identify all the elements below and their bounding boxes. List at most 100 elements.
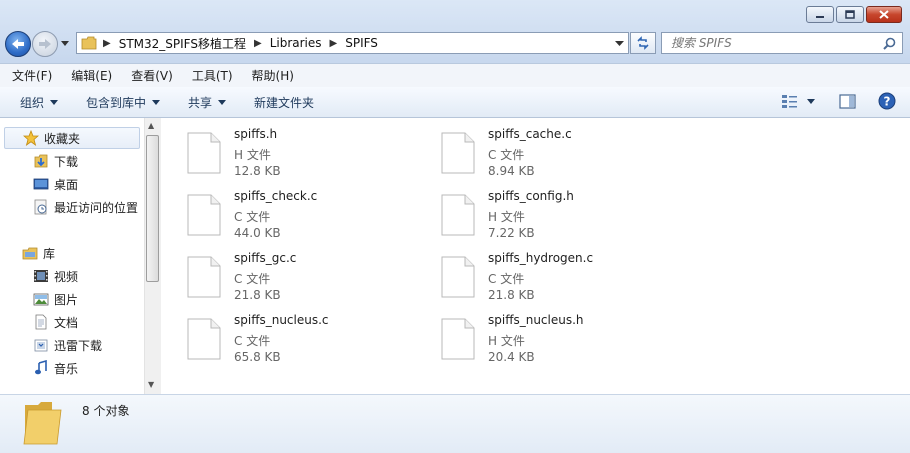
nav-music-label: 音乐 <box>54 361 79 376</box>
breadcrumb-item[interactable]: Libraries <box>270 36 322 50</box>
menu-file[interactable]: 文件(F) <box>0 67 58 84</box>
generic-file-icon <box>441 318 475 360</box>
share-label: 共享 <box>188 95 213 110</box>
svg-text:?: ? <box>884 95 891 109</box>
nav-libraries[interactable]: 库 <box>22 242 55 264</box>
nav-videos[interactable]: 视频 <box>33 265 78 287</box>
minimize-button[interactable] <box>806 6 834 23</box>
arrow-right-icon <box>39 39 51 49</box>
navigation-scrollbar[interactable]: ▲ ▼ <box>144 118 161 394</box>
file-item[interactable]: spiffs_check.c C 文件 44.0 KB <box>161 180 401 240</box>
star-icon <box>23 130 39 146</box>
caption-buttons <box>806 6 902 23</box>
search-box[interactable] <box>661 32 903 54</box>
generic-file-icon <box>441 132 475 174</box>
nav-videos-label: 视频 <box>54 269 79 284</box>
file-item[interactable]: spiffs.h H 文件 12.8 KB <box>161 118 401 178</box>
file-size: 7.22 KB <box>488 226 535 240</box>
nav-pictures[interactable]: 图片 <box>33 288 78 310</box>
scrollbar-thumb[interactable] <box>146 135 159 282</box>
explorer-window: ▶ STM32_SPIFS移植工程 ▶ Libraries ▶ SPIFS 文件… <box>0 0 910 453</box>
forward-button[interactable] <box>32 31 58 57</box>
scroll-down-arrow[interactable]: ▼ <box>148 380 154 389</box>
navigation-pane: 收藏夹 下载 桌面 最近访问的位置 库 视频 图片 文档 迅雷下载 音乐 <box>0 118 161 394</box>
file-item[interactable]: spiffs_nucleus.c C 文件 65.8 KB <box>161 304 401 364</box>
nav-recent-places[interactable]: 最近访问的位置 <box>33 196 138 218</box>
video-icon <box>33 268 49 284</box>
nav-favorites[interactable]: 收藏夹 <box>4 127 140 149</box>
close-button[interactable] <box>866 6 902 23</box>
chevron-down-icon <box>152 99 161 105</box>
new-folder-button[interactable]: 新建文件夹 <box>254 94 314 111</box>
maximize-button[interactable] <box>836 6 864 23</box>
search-input[interactable] <box>662 35 883 51</box>
file-name: spiffs_gc.c <box>234 251 297 265</box>
include-in-library-button[interactable]: 包含到库中 <box>86 94 161 111</box>
generic-file-icon <box>187 318 221 360</box>
file-type: H 文件 <box>488 210 525 224</box>
breadcrumb-separator[interactable]: ▶ <box>254 38 262 49</box>
file-name: spiffs.h <box>234 127 278 141</box>
generic-file-icon <box>187 132 221 174</box>
nav-downloads[interactable]: 下载 <box>33 150 78 172</box>
scroll-up-arrow[interactable]: ▲ <box>148 121 154 130</box>
file-item[interactable]: spiffs_config.h H 文件 7.22 KB <box>415 180 655 240</box>
nav-desktop-label: 桌面 <box>54 177 79 192</box>
help-icon[interactable]: ? <box>878 92 896 110</box>
nav-xunlei-downloads[interactable]: 迅雷下载 <box>33 334 102 356</box>
include-in-library-label: 包含到库中 <box>86 95 147 110</box>
chevron-down-icon[interactable] <box>615 38 624 48</box>
chevron-down-icon <box>807 98 815 104</box>
libraries-icon <box>22 245 38 261</box>
view-options-button[interactable] <box>781 93 815 109</box>
file-item[interactable]: spiffs_cache.c C 文件 8.94 KB <box>415 118 655 178</box>
file-item[interactable]: spiffs_hydrogen.c C 文件 21.8 KB <box>415 242 655 302</box>
file-name: spiffs_cache.c <box>488 127 572 141</box>
generic-file-icon <box>441 194 475 236</box>
close-icon <box>879 10 889 19</box>
file-item[interactable]: spiffs_nucleus.h H 文件 20.4 KB <box>415 304 655 364</box>
back-button[interactable] <box>5 31 31 57</box>
breadcrumb-item[interactable]: STM32_SPIFS移植工程 <box>119 35 246 52</box>
breadcrumb-separator[interactable]: ▶ <box>330 38 338 49</box>
breadcrumb-item[interactable]: SPIFS <box>345 36 378 50</box>
organize-button[interactable]: 组织 <box>20 94 59 111</box>
file-size: 8.94 KB <box>488 164 535 178</box>
generic-file-icon <box>187 194 221 236</box>
nav-desktop[interactable]: 桌面 <box>33 173 78 195</box>
command-bar-right: ? <box>781 92 896 110</box>
menu-edit[interactable]: 编辑(E) <box>58 67 118 84</box>
menu-help[interactable]: 帮助(H) <box>239 67 300 84</box>
nav-music[interactable]: 音乐 <box>33 357 78 379</box>
breadcrumb-separator[interactable]: ▶ <box>103 38 111 49</box>
folder-icon <box>23 402 62 445</box>
file-size: 65.8 KB <box>234 350 281 364</box>
nav-documents-label: 文档 <box>54 315 79 330</box>
item-count: 8 个对象 <box>82 404 130 418</box>
view-options-icon <box>782 95 797 108</box>
file-type: C 文件 <box>488 272 525 286</box>
share-button[interactable]: 共享 <box>188 94 227 111</box>
chevron-down-icon <box>218 99 227 105</box>
refresh-icon <box>637 36 649 50</box>
search-icon[interactable] <box>883 37 896 50</box>
file-type: H 文件 <box>234 148 271 162</box>
file-name: spiffs_config.h <box>488 189 574 203</box>
arrow-left-icon <box>12 39 24 49</box>
menu-tools[interactable]: 工具(T) <box>179 67 239 84</box>
xunlei-folder-icon <box>33 337 49 353</box>
address-bar[interactable]: ▶ STM32_SPIFS移植工程 ▶ Libraries ▶ SPIFS <box>76 32 629 54</box>
new-folder-label: 新建文件夹 <box>254 95 315 110</box>
recent-places-icon <box>33 199 49 215</box>
file-list: spiffs.h H 文件 12.8 KB spiffs_cache.c C 文… <box>161 118 910 394</box>
recent-pages-dropdown[interactable] <box>61 41 69 46</box>
preview-pane-icon[interactable] <box>839 93 856 109</box>
menu-view[interactable]: 查看(V) <box>118 67 179 84</box>
nav-documents[interactable]: 文档 <box>33 311 78 333</box>
refresh-button[interactable] <box>630 32 656 54</box>
file-item[interactable]: spiffs_gc.c C 文件 21.8 KB <box>161 242 401 302</box>
nav-libraries-label: 库 <box>43 246 56 261</box>
file-name: spiffs_hydrogen.c <box>488 251 594 265</box>
file-type: C 文件 <box>234 334 271 348</box>
folder-icon <box>81 36 97 50</box>
